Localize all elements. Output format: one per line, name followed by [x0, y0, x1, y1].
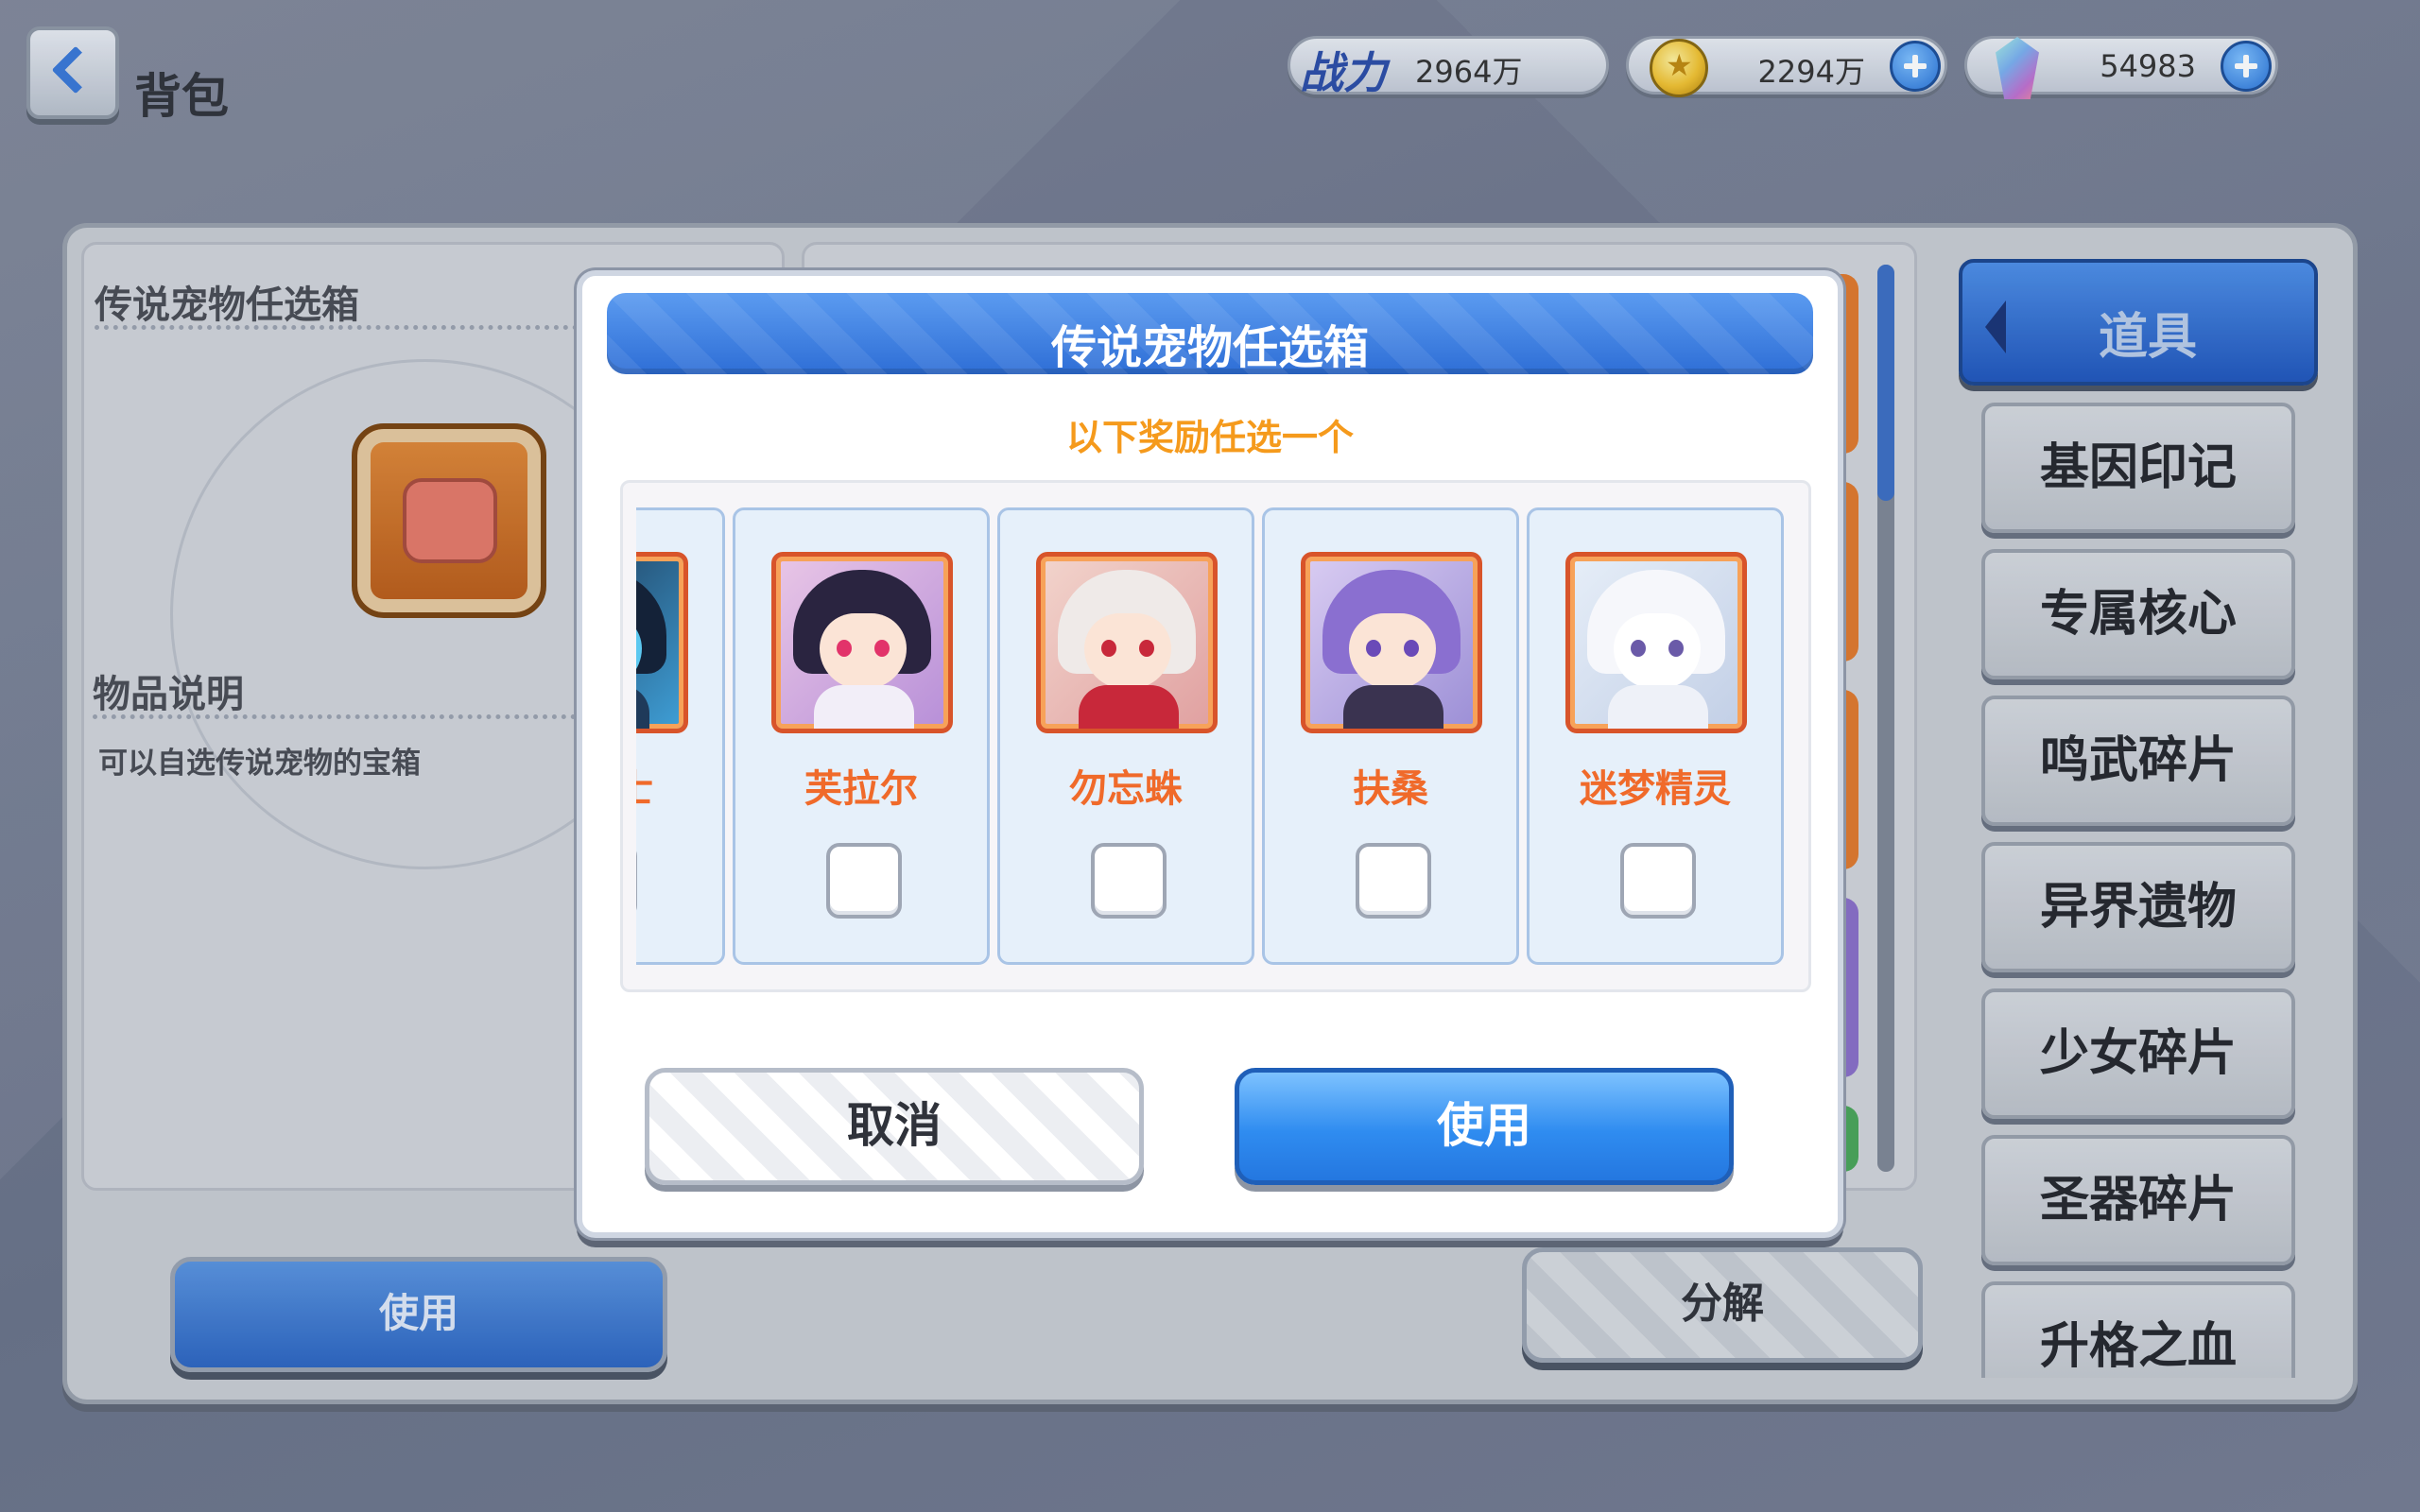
reward-option[interactable]: 迷梦精灵: [1527, 507, 1784, 965]
reward-checkbox[interactable]: [1091, 843, 1167, 919]
pet-portrait: [771, 552, 953, 733]
reward-option[interactable]: 扶桑: [1262, 507, 1519, 965]
pet-portrait: [636, 552, 688, 733]
reward-option-name: 迷梦精灵: [1580, 767, 1731, 811]
reward-picker[interactable]: 金战士 芙拉尔 勿忘蛛: [620, 480, 1811, 992]
reward-option[interactable]: 勿忘蛛: [997, 507, 1254, 965]
dialog-header: 传说宠物任选箱: [607, 293, 1813, 374]
cancel-button[interactable]: 取消: [645, 1068, 1144, 1185]
reward-option[interactable]: 芙拉尔: [733, 507, 990, 965]
dialog-subtitle: 以下奖励任选一个: [1065, 417, 1354, 458]
reward-option[interactable]: 金战士: [636, 507, 725, 965]
reward-option-name: 金战士: [636, 758, 722, 813]
pet-portrait: [1301, 552, 1482, 733]
reward-checkbox[interactable]: [1356, 843, 1431, 919]
pet-portrait: [1565, 552, 1747, 733]
reward-checkbox[interactable]: [636, 843, 637, 919]
dialog-title: 传说宠物任选箱: [1050, 321, 1369, 374]
reward-scroll-area[interactable]: 金战士 芙拉尔 勿忘蛛: [636, 507, 1793, 965]
pet-portrait: [1036, 552, 1218, 733]
confirm-use-button[interactable]: 使用: [1235, 1068, 1734, 1185]
reward-checkbox[interactable]: [1620, 843, 1696, 919]
reward-option-name: 扶桑: [1353, 767, 1428, 811]
choose-pet-dialog: 传说宠物任选箱 以下奖励任选一个 金战士 芙拉尔: [577, 270, 1843, 1238]
reward-option-name: 芙拉尔: [804, 767, 918, 811]
reward-option-name: 勿忘蛛: [1069, 767, 1183, 811]
reward-checkbox[interactable]: [826, 843, 902, 919]
